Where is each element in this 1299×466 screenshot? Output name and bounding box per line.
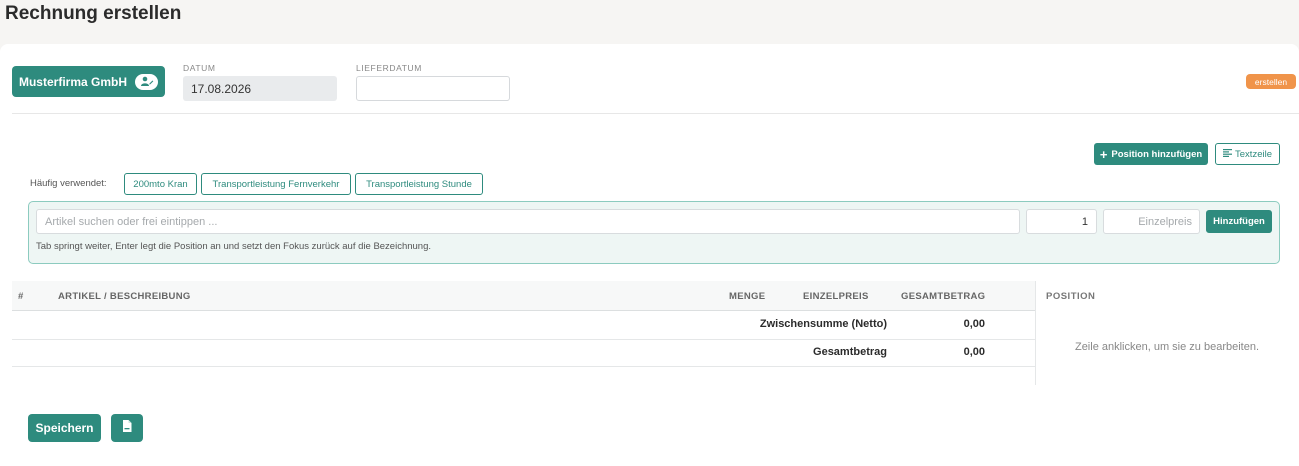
entry-hint: Tab springt weiter, Enter legt die Posit…: [36, 241, 432, 252]
add-position-label: Position hinzufügen: [1111, 148, 1203, 160]
plus-icon: +: [1099, 146, 1108, 162]
document-icon: [122, 419, 132, 437]
pdf-button[interactable]: [111, 414, 143, 442]
row-divider: [12, 339, 1035, 340]
status-badge: erstellen: [1246, 74, 1296, 89]
quantity-input[interactable]: 1: [1026, 209, 1097, 234]
add-line-button[interactable]: Hinzufügen: [1206, 210, 1272, 233]
col-total: GESAMTBETRAG: [901, 291, 986, 302]
total-label: Gesamtbetrag: [813, 346, 887, 358]
article-search-input[interactable]: Artikel suchen oder frei eintippen ...: [36, 209, 1020, 234]
favorite-chip[interactable]: Transportleistung Fernverkehr: [201, 173, 351, 195]
position-panel-hint: Zeile anklicken, um sie zu bearbeiten.: [1074, 341, 1260, 353]
divider: [12, 113, 1299, 114]
lieferdatum-field[interactable]: [356, 76, 510, 101]
customer-label: Musterfirma GmbH: [18, 74, 128, 89]
favorites-label: Häufig verwendet:: [30, 178, 107, 189]
row-divider: [12, 366, 1035, 367]
col-article: ARTIKEL / BESCHREIBUNG: [58, 291, 191, 302]
align-left-icon: [1223, 148, 1233, 160]
col-quantity: MENGE: [729, 291, 766, 302]
subtotal-label: Zwischensumme (Netto): [759, 318, 887, 330]
textzeile-button[interactable]: Textzeile: [1215, 143, 1280, 165]
save-button[interactable]: Speichern: [28, 414, 101, 442]
col-unit-price: EINZELPREIS: [803, 291, 869, 302]
unit-price-input[interactable]: Einzelpreis: [1103, 209, 1200, 234]
col-number: #: [18, 291, 24, 302]
textzeile-label: Textzeile: [1235, 148, 1272, 160]
add-position-button[interactable]: + Position hinzufügen: [1094, 143, 1208, 165]
user-edit-icon: [135, 73, 159, 90]
total-value: 0,00: [963, 346, 985, 358]
datum-field[interactable]: 17.08.2026: [183, 76, 337, 101]
customer-button[interactable]: Musterfirma GmbH: [12, 66, 165, 97]
position-panel-title: POSITION: [1046, 291, 1096, 302]
datum-label: DATUM: [183, 63, 216, 73]
page-title: Rechnung erstellen: [5, 3, 182, 24]
lieferdatum-label: LIEFERDATUM: [356, 63, 422, 73]
invoice-card: Musterfirma GmbH DATUM 17.08.2026 LIEFER…: [0, 44, 1299, 466]
favorite-chip[interactable]: Transportleistung Stunde: [355, 173, 483, 195]
favorite-chip[interactable]: 200mto Kran: [124, 173, 197, 195]
subtotal-value: 0,00: [963, 318, 985, 330]
